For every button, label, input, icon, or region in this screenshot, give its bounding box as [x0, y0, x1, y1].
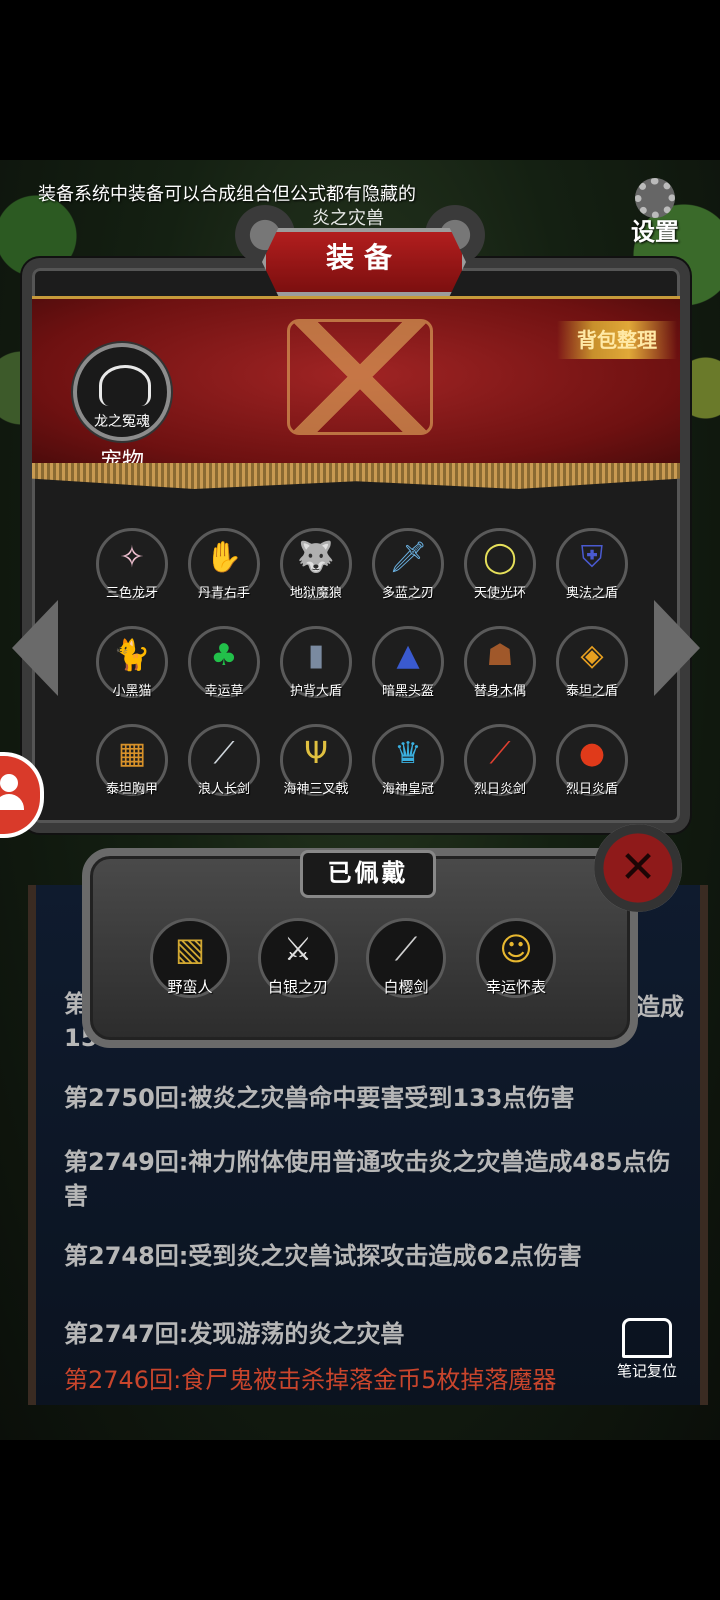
hell-wolf-icon: 🐺 [297, 540, 335, 575]
item-name: 地狱魔狼 [289, 586, 342, 601]
sort-bag-button[interactable]: 背包整理 [557, 321, 677, 359]
settings-button[interactable]: 设置 [626, 178, 684, 247]
equipped-slot[interactable]: ☺ 幸运怀表 [476, 918, 560, 1002]
equipped-title: 已佩戴 [300, 850, 436, 898]
note-reset-button[interactable]: 笔记复位 [612, 1318, 682, 1381]
hint-text: 装备系统中装备可以合成组合但公式都有隐藏的 [38, 184, 416, 205]
item-name: 小黑猫 [112, 684, 152, 699]
equipped-slot[interactable]: ⚔ 白银之刃 [258, 918, 342, 1002]
arcane-shield-icon: ⛨ [580, 540, 604, 575]
item-name: 替身木偶 [473, 684, 526, 699]
tower-shield-icon: ▮ [307, 638, 325, 673]
item-name: 天使光环 [473, 586, 526, 601]
sea-crown-icon: ♛ [394, 736, 422, 771]
black-cat-icon: 🐈 [113, 638, 151, 673]
pet-avatar: 龙之冤魂 [73, 343, 171, 441]
blue-blade-icon: 🗡 [388, 540, 428, 575]
prev-page-arrow[interactable] [12, 600, 58, 696]
item-name: 海神皇冠 [381, 782, 434, 797]
item-slot[interactable]: ▲ 暗黑头盔 [368, 626, 448, 706]
crossed-swords-emblem [287, 319, 433, 435]
user-icon [0, 774, 18, 792]
item-name: 三色龙牙 [105, 586, 158, 601]
equipped-item-name: 幸运怀表 [485, 978, 546, 996]
item-name: 烈日炎剑 [473, 782, 526, 797]
panel-title: 装备 [262, 228, 466, 296]
item-slot[interactable]: ▮ 护背大盾 [276, 626, 356, 706]
item-slot[interactable]: ♛ 海神皇冠 [368, 724, 448, 804]
banner-fringe [32, 463, 680, 489]
next-page-arrow[interactable] [654, 600, 700, 696]
item-name: 泰坦胸甲 [105, 782, 158, 797]
item-slot[interactable]: ⟋ 烈日炎剑 [460, 724, 540, 804]
item-slot[interactable]: 🐈 小黑猫 [92, 626, 172, 706]
item-slot[interactable]: 🐺 地狱魔狼 [276, 528, 356, 608]
white-glove-icon: ✋ [205, 540, 243, 575]
item-name: 烈日炎盾 [565, 782, 618, 797]
barbarian-armor-icon: ▧ [174, 930, 206, 968]
equipped-item-name: 白银之刃 [267, 978, 328, 996]
angel-halo-icon: ◯ [483, 540, 517, 575]
item-slot[interactable]: ☗ 替身木偶 [460, 626, 540, 706]
trident-icon: Ψ [304, 736, 328, 771]
note-icon [622, 1318, 672, 1358]
equipped-slot[interactable]: ⟋ 白樱剑 [366, 918, 450, 1002]
item-slot[interactable]: ▦ 泰坦胸甲 [92, 724, 172, 804]
item-slot[interactable]: ⟋ 浪人长剑 [184, 724, 264, 804]
item-slot[interactable]: ✧ 三色龙牙 [92, 528, 172, 608]
titan-chestplate-icon: ▦ [117, 736, 147, 771]
equipped-panel: 已佩戴 ▧ 野蛮人 ⚔ 白银之刃 ⟋ 白樱剑 ☺ 幸运怀表 [82, 848, 638, 1048]
note-reset-label: 笔记复位 [616, 1362, 677, 1380]
item-slot[interactable]: Ψ 海神三叉戟 [276, 724, 356, 804]
item-slot[interactable]: 🗡 多蓝之刃 [368, 528, 448, 608]
monster-name-behind: 炎之灾兽 [312, 208, 384, 229]
item-slot[interactable]: ◯ 天使光环 [460, 528, 540, 608]
close-icon: ✕ [619, 842, 657, 893]
item-name: 丹青右手 [197, 586, 250, 601]
equipped-item-name: 白樱剑 [383, 978, 429, 996]
settings-label: 设置 [631, 218, 679, 246]
silver-blade-icon: ⚔ [283, 930, 313, 968]
item-name: 泰坦之盾 [565, 684, 618, 699]
item-slot[interactable]: ✋ 丹青右手 [184, 528, 264, 608]
flame-sword-icon: ⟋ [489, 736, 511, 771]
item-slot[interactable]: ⛨ 奥法之盾 [552, 528, 632, 608]
item-name: 暗黑头盔 [381, 684, 434, 699]
clover-icon: ♣ [210, 638, 238, 673]
log-line: 第2748回:受到炎之灾兽试探攻击造成62点伤害 [64, 1242, 582, 1270]
item-name: 海神三叉戟 [283, 782, 349, 797]
pet-name: 龙之冤魂 [94, 414, 150, 430]
log-line: 第2749回:神力附体使用普通攻击炎之灾兽造成485点伤害 [64, 1148, 671, 1210]
equipped-slot[interactable]: ▧ 野蛮人 [150, 918, 234, 1002]
titan-shield-icon: ◈ [580, 638, 604, 673]
tri-color-fang-icon: ✧ [119, 540, 145, 575]
item-slot[interactable]: ◈ 泰坦之盾 [552, 626, 632, 706]
flame-shield-icon: ● [578, 736, 606, 771]
log-line: 第2750回:被炎之灾兽命中要害受到133点伤害 [64, 1084, 575, 1112]
ronin-sword-icon: ⟋ [213, 736, 235, 771]
log-line: 第2747回:发现游荡的炎之灾兽 [64, 1320, 405, 1348]
panel-banner: 背包整理 龙之冤魂 宠物 [32, 296, 680, 489]
log-line-highlight: 第2746回:食尸鬼被击杀掉落金币5枚掉落魔器 [64, 1366, 557, 1394]
item-name: 浪人长剑 [197, 782, 250, 797]
item-name: 多蓝之刃 [381, 586, 434, 601]
equipped-item-name: 野蛮人 [167, 978, 213, 996]
item-slot[interactable]: ♣ 幸运草 [184, 626, 264, 706]
pet-slot[interactable]: 龙之冤魂 宠物 [72, 343, 172, 475]
item-name: 奥法之盾 [565, 586, 618, 601]
item-slot[interactable]: ● 烈日炎盾 [552, 724, 632, 804]
user-icon-body [0, 794, 24, 810]
log-line-partial-end: 造成 [636, 993, 684, 1021]
lucky-pocket-watch-icon: ☺ [499, 930, 533, 968]
dark-helmet-icon: ▲ [396, 638, 420, 673]
item-name: 护背大盾 [289, 684, 342, 699]
wooden-puppet-icon: ☗ [486, 638, 514, 673]
skeleton-dragon-icon [99, 365, 151, 406]
item-name: 幸运草 [204, 684, 244, 699]
white-sakura-sword-icon: ⟋ [394, 930, 418, 968]
close-button[interactable]: ✕ [594, 824, 682, 912]
